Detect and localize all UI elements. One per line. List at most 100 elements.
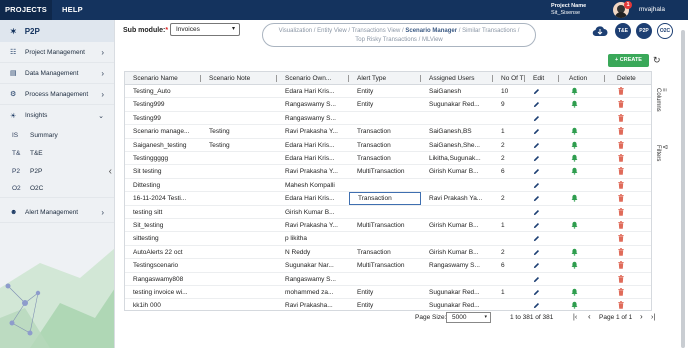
alert-bell-icon[interactable] [571, 167, 578, 176]
trash-icon[interactable] [618, 301, 624, 310]
notification-badge[interactable]: 1 [624, 1, 632, 9]
column-header-assigned-users[interactable]: Assigned Users [421, 72, 493, 85]
column-header-scenario-name[interactable]: Scenario Name [125, 72, 201, 85]
breadcrumb-top-risky-transactions[interactable]: Top Risky Transactions [355, 37, 417, 43]
edit-pencil-icon[interactable] [533, 209, 540, 216]
nav-tab-projects[interactable]: PROJECTS [0, 0, 52, 20]
sidebar-item-data-management[interactable]: ▤ Data Management › [0, 63, 114, 84]
table-row[interactable]: sittesting p likitha [125, 232, 651, 246]
edit-pencil-icon[interactable] [533, 182, 540, 189]
sidebar-item-insights[interactable]: ☀ Insights ⌄ [0, 105, 114, 126]
table-row[interactable]: testing sitt Girish Kumar B... [125, 206, 651, 219]
edit-pencil-icon[interactable] [533, 128, 540, 135]
table-row[interactable]: 16-11-2024 Testi... Edara Hari Kris... Tra… [125, 192, 651, 206]
cloud-download-icon[interactable] [592, 24, 608, 38]
table-row[interactable]: AutoAlerts 22 oct N Reddy Transaction Giris… [125, 246, 651, 260]
alert-bell-icon[interactable] [571, 154, 578, 162]
alert-bell-icon[interactable] [571, 127, 578, 135]
alert-bell-icon[interactable] [571, 194, 578, 202]
table-row[interactable]: Rangaswamy808 Rangaswamy S... [125, 273, 651, 286]
edit-pencil-icon[interactable] [533, 88, 540, 95]
breadcrumb-transactions-view[interactable]: Transactions View [352, 28, 401, 34]
table-row[interactable]: Sit_testing Ravi Prakasha Y... MultiTransa… [125, 219, 651, 233]
page-size-select[interactable]: 5000 ▾ [446, 312, 491, 323]
edit-pencil-icon[interactable] [533, 142, 540, 149]
trash-icon[interactable] [618, 274, 624, 283]
alert-bell-icon[interactable] [571, 141, 578, 149]
last-page-icon[interactable]: ›| [651, 314, 655, 321]
nav-tab-help[interactable]: HELP [52, 0, 93, 20]
next-page-icon[interactable]: › [640, 312, 643, 321]
first-page-icon[interactable]: |‹ [573, 314, 577, 321]
table-row[interactable]: Testing999 Rangaswamy S... Entity Sugunakar… [125, 98, 651, 112]
edit-pencil-icon[interactable] [533, 302, 540, 309]
breadcrumb-mlview[interactable]: MLView [422, 37, 443, 43]
trash-icon[interactable] [618, 140, 624, 149]
column-header-edit[interactable]: Edit [525, 72, 559, 85]
edit-pencil-icon[interactable] [533, 276, 540, 283]
breadcrumb-scenario-manager[interactable]: Scenario Manager [405, 28, 457, 34]
table-row[interactable]: Saiganesh_testing Testing Edara Hari Kris.… [125, 139, 651, 152]
sidebar-subitem-p2p[interactable]: P2 P2P ‹ [0, 162, 114, 180]
edit-pencil-icon[interactable] [533, 101, 540, 108]
trash-icon[interactable] [618, 234, 624, 243]
breadcrumb-similar-transactions[interactable]: Similar Transactions [462, 28, 516, 34]
edit-pencil-icon[interactable] [533, 289, 540, 296]
sidebar-subitem-o2c[interactable]: O2 O2C [0, 180, 114, 198]
breadcrumb-visualization[interactable]: Visualization [279, 28, 313, 34]
table-row[interactable]: Sit testing Ravi Prakasha Y... MultiTransa… [125, 165, 651, 179]
alert-bell-icon[interactable] [571, 100, 578, 109]
trash-icon[interactable] [618, 261, 624, 269]
trash-icon[interactable] [618, 180, 624, 189]
trash-icon[interactable] [618, 247, 624, 256]
breadcrumb-entity-view[interactable]: Entity View [317, 28, 347, 34]
sidebar-subitem-te[interactable]: T& T&E [0, 144, 114, 162]
column-header-scenario-owner[interactable]: Scenario Own... [277, 72, 349, 85]
column-header-no-of-t[interactable]: No Of T [493, 72, 525, 85]
table-row[interactable]: kk1ih 000 Ravi Prakasha... Entity Sugunakar… [125, 299, 651, 310]
edit-pencil-icon[interactable] [533, 115, 540, 122]
table-row[interactable]: Testing99 Rangaswamy S... [125, 112, 651, 126]
alert-bell-icon[interactable] [571, 248, 578, 256]
submodule-select[interactable]: Invoices ▾ [170, 23, 240, 36]
trash-icon[interactable] [618, 113, 624, 122]
sidebar-item-alert-management[interactable]: ☻ Alert Management › [0, 202, 114, 223]
alert-bell-icon[interactable] [571, 221, 578, 229]
table-row[interactable]: testing invoice wi... mohammed za... Entit… [125, 286, 651, 300]
edit-pencil-icon[interactable] [533, 155, 540, 162]
column-header-alert-type[interactable]: Alert Type [349, 72, 421, 85]
trash-icon[interactable] [618, 221, 624, 229]
alert-bell-icon[interactable] [571, 261, 578, 269]
edit-pencil-icon[interactable] [533, 249, 540, 256]
table-row[interactable]: Scenario manage... Testing Ravi Prakasha Y… [125, 125, 651, 139]
trash-icon[interactable] [618, 127, 624, 135]
trash-icon[interactable] [618, 154, 624, 162]
username[interactable]: mvajhala [639, 6, 665, 13]
table-row[interactable]: Dittesting Mahesh Kompalli [125, 179, 651, 193]
prev-page-icon[interactable]: ‹ [588, 312, 591, 321]
trash-icon[interactable] [618, 207, 624, 216]
trash-icon[interactable] [618, 100, 624, 109]
table-row[interactable]: Testing_Auto Edara Hari Kris... Entity SaiG… [125, 85, 651, 99]
pin-icon[interactable]: ✶ [10, 27, 17, 36]
edit-pencil-icon[interactable] [533, 195, 540, 202]
sidebar-subitem-summary[interactable]: IS Summary [0, 126, 114, 144]
edit-pencil-icon[interactable] [533, 222, 540, 229]
chevron-left-icon[interactable]: ‹ [109, 166, 112, 177]
edit-pencil-icon[interactable] [533, 168, 540, 175]
refresh-icon[interactable]: ↻ [653, 55, 661, 66]
edit-pencil-icon[interactable] [533, 262, 540, 269]
alert-bell-icon[interactable] [571, 87, 578, 95]
trash-icon[interactable] [618, 288, 624, 296]
trash-icon[interactable] [618, 87, 624, 95]
trash-icon[interactable] [618, 167, 624, 176]
alert-bell-icon[interactable] [571, 301, 578, 310]
columns-panel-toggle[interactable]: ≡ Columns [655, 88, 667, 112]
te-button[interactable]: T&E [615, 23, 631, 39]
filters-panel-toggle[interactable]: ∇ Filters [655, 145, 668, 161]
p2p-button[interactable]: P2P [636, 23, 652, 39]
sidebar-item-process-management[interactable]: ⚙ Process Management › [0, 84, 114, 105]
alert-bell-icon[interactable] [571, 288, 578, 296]
edit-pencil-icon[interactable] [533, 235, 540, 242]
table-row[interactable]: Testingscenario Sugunakar Nar... MultiTran… [125, 259, 651, 273]
